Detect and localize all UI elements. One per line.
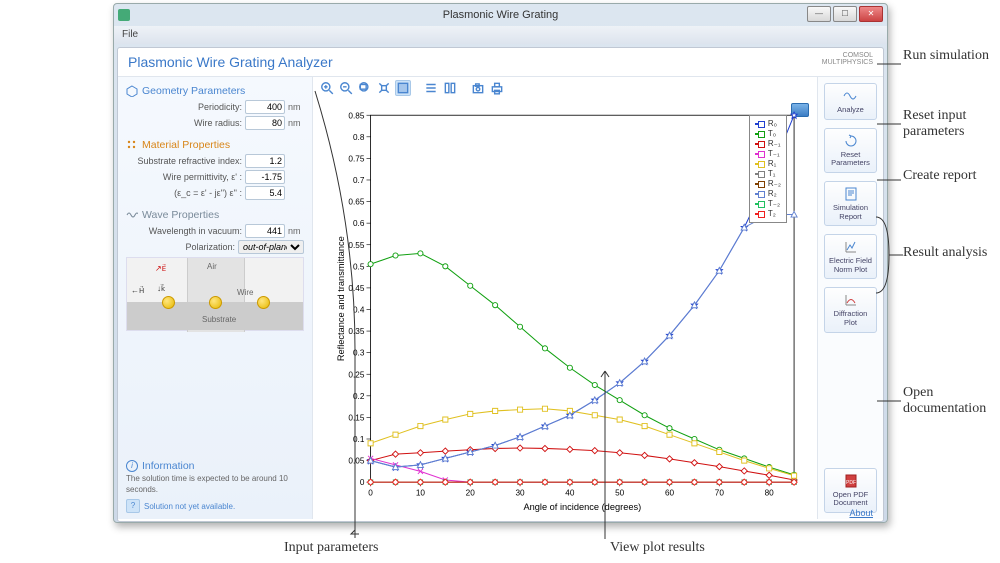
svg-text:0.2: 0.2 bbox=[353, 392, 365, 401]
right-sidebar: Analyze Reset Parameters Simulation Repo… bbox=[817, 77, 883, 519]
polarization-select[interactable]: out-of-plane bbox=[238, 240, 304, 254]
brand-logo: COMSOLMULTIPHYSICS bbox=[822, 52, 873, 66]
svg-text:60: 60 bbox=[665, 489, 675, 498]
reset-icon bbox=[844, 134, 858, 148]
svg-text:0.15: 0.15 bbox=[348, 413, 364, 422]
svg-text:0.25: 0.25 bbox=[348, 370, 364, 379]
geometry-section-header: Geometry Parameters bbox=[126, 83, 304, 99]
geometry-icon bbox=[126, 85, 138, 97]
grid-icon[interactable] bbox=[423, 80, 439, 96]
annotation-input: Input parameters bbox=[284, 540, 378, 556]
svg-text:0.5: 0.5 bbox=[353, 262, 365, 271]
reset-button[interactable]: Reset Parameters bbox=[824, 128, 877, 173]
close-button[interactable]: ✕ bbox=[859, 6, 883, 22]
svg-text:PDF: PDF bbox=[846, 480, 856, 486]
print-icon[interactable] bbox=[489, 80, 505, 96]
diffraction-plot-button[interactable]: Diffraction Plot bbox=[824, 287, 877, 332]
annotation-view: View plot results bbox=[610, 540, 705, 556]
efield-plot-button[interactable]: Electric Field Norm Plot bbox=[824, 234, 877, 279]
wave-section-header: Wave Properties bbox=[126, 207, 304, 223]
zoom-extents-icon[interactable] bbox=[376, 80, 392, 96]
app-icon bbox=[118, 9, 130, 21]
svg-text:0.1: 0.1 bbox=[353, 435, 365, 444]
main-plot-area: 0 10 20 30 40 50 60 70 80 0 0.05 0.1 0.15 0.2 0.25 0.3 0… bbox=[313, 77, 817, 519]
permittivity-real-input[interactable] bbox=[245, 170, 285, 184]
svg-text:10: 10 bbox=[416, 489, 426, 498]
svg-text:0.85: 0.85 bbox=[348, 111, 364, 120]
wire-radius-input[interactable] bbox=[245, 116, 285, 130]
annotation-result: Result analysis bbox=[903, 245, 987, 261]
report-button[interactable]: Simulation Report bbox=[824, 181, 877, 226]
svg-text:30: 30 bbox=[515, 489, 525, 498]
info-section-header: i Information bbox=[126, 458, 304, 474]
field-icon bbox=[844, 240, 858, 254]
window-title: Plasmonic Wire Grating bbox=[443, 9, 559, 21]
camera-icon[interactable] bbox=[470, 80, 486, 96]
chart-legend: R₀T₀R₋₁T₋₁R₁T₁R₋₂R₂T₋₂T₂ bbox=[749, 115, 787, 223]
page-title: Plasmonic Wire Grating Analyzer bbox=[128, 54, 333, 70]
left-sidebar: Geometry Parameters Periodicity:nm Wire … bbox=[118, 77, 313, 519]
zoom-in-icon[interactable] bbox=[319, 80, 335, 96]
svg-text:0.45: 0.45 bbox=[348, 284, 364, 293]
select-icon[interactable] bbox=[395, 80, 411, 96]
geometry-diagram: Air Wire Substrate ↗E⃗ ←H⃗ ↓k⃗ bbox=[126, 257, 304, 331]
svg-text:0.05: 0.05 bbox=[348, 457, 364, 466]
annotation-run: Run simulation bbox=[903, 48, 989, 64]
svg-text:20: 20 bbox=[466, 489, 476, 498]
legend-icon[interactable] bbox=[442, 80, 458, 96]
minimize-button[interactable]: — bbox=[807, 6, 831, 22]
svg-text:0.55: 0.55 bbox=[348, 241, 364, 250]
periodicity-input[interactable] bbox=[245, 100, 285, 114]
svg-text:40: 40 bbox=[565, 489, 575, 498]
titlebar[interactable]: Plasmonic Wire Grating — ☐ ✕ bbox=[114, 4, 887, 26]
help-icon[interactable]: ? bbox=[126, 499, 140, 513]
zoom-out-icon[interactable] bbox=[338, 80, 354, 96]
svg-text:80: 80 bbox=[765, 489, 775, 498]
svg-text:0.75: 0.75 bbox=[348, 154, 364, 163]
analyze-button[interactable]: Analyze bbox=[824, 83, 877, 120]
svg-text:70: 70 bbox=[715, 489, 725, 498]
svg-text:0.65: 0.65 bbox=[348, 198, 364, 207]
svg-text:0.35: 0.35 bbox=[348, 327, 364, 336]
menu-file[interactable]: File bbox=[122, 29, 138, 40]
wave-icon bbox=[126, 209, 138, 221]
menubar: File bbox=[114, 26, 887, 44]
annotation-report: Create report bbox=[903, 168, 976, 184]
svg-text:50: 50 bbox=[615, 489, 625, 498]
diffraction-icon bbox=[844, 293, 858, 307]
open-pdf-button[interactable]: PDFOpen PDF Document bbox=[824, 468, 877, 513]
material-icon bbox=[126, 139, 138, 151]
svg-text:0: 0 bbox=[368, 489, 373, 498]
chart: 0 10 20 30 40 50 60 70 80 0 0.05 0.1 0.15 0.2 0.25 0.3 0… bbox=[333, 107, 807, 513]
material-section-header: Material Properties bbox=[126, 137, 304, 153]
annotation-reset: Reset input parameters bbox=[903, 108, 1000, 140]
svg-text:0.7: 0.7 bbox=[353, 176, 365, 185]
info-icon: i bbox=[126, 460, 138, 472]
status-text: Solution not yet available. bbox=[144, 502, 235, 511]
wavelength-input[interactable] bbox=[245, 224, 285, 238]
analyze-icon bbox=[843, 89, 859, 103]
app-window: Plasmonic Wire Grating — ☐ ✕ File Plasmo… bbox=[113, 3, 888, 523]
svg-text:0.4: 0.4 bbox=[353, 306, 365, 315]
maximize-button[interactable]: ☐ bbox=[833, 6, 857, 22]
substrate-index-input[interactable] bbox=[245, 154, 285, 168]
annotation-doc: Open documentation bbox=[903, 385, 1000, 417]
plot-toolbar bbox=[313, 77, 817, 99]
svg-text:Reflectance and transmittance: Reflectance and transmittance bbox=[336, 236, 346, 361]
about-link[interactable]: About bbox=[849, 508, 873, 518]
zoom-box-icon[interactable] bbox=[357, 80, 373, 96]
pdf-icon: PDF bbox=[845, 474, 857, 488]
svg-text:Angle of incidence (degrees): Angle of incidence (degrees) bbox=[523, 502, 641, 512]
permittivity-imag-input[interactable] bbox=[245, 186, 285, 200]
report-icon bbox=[845, 187, 857, 201]
svg-text:0: 0 bbox=[360, 478, 365, 487]
svg-text:0.8: 0.8 bbox=[353, 133, 365, 142]
svg-text:0.6: 0.6 bbox=[353, 219, 365, 228]
svg-text:0.3: 0.3 bbox=[353, 349, 365, 358]
